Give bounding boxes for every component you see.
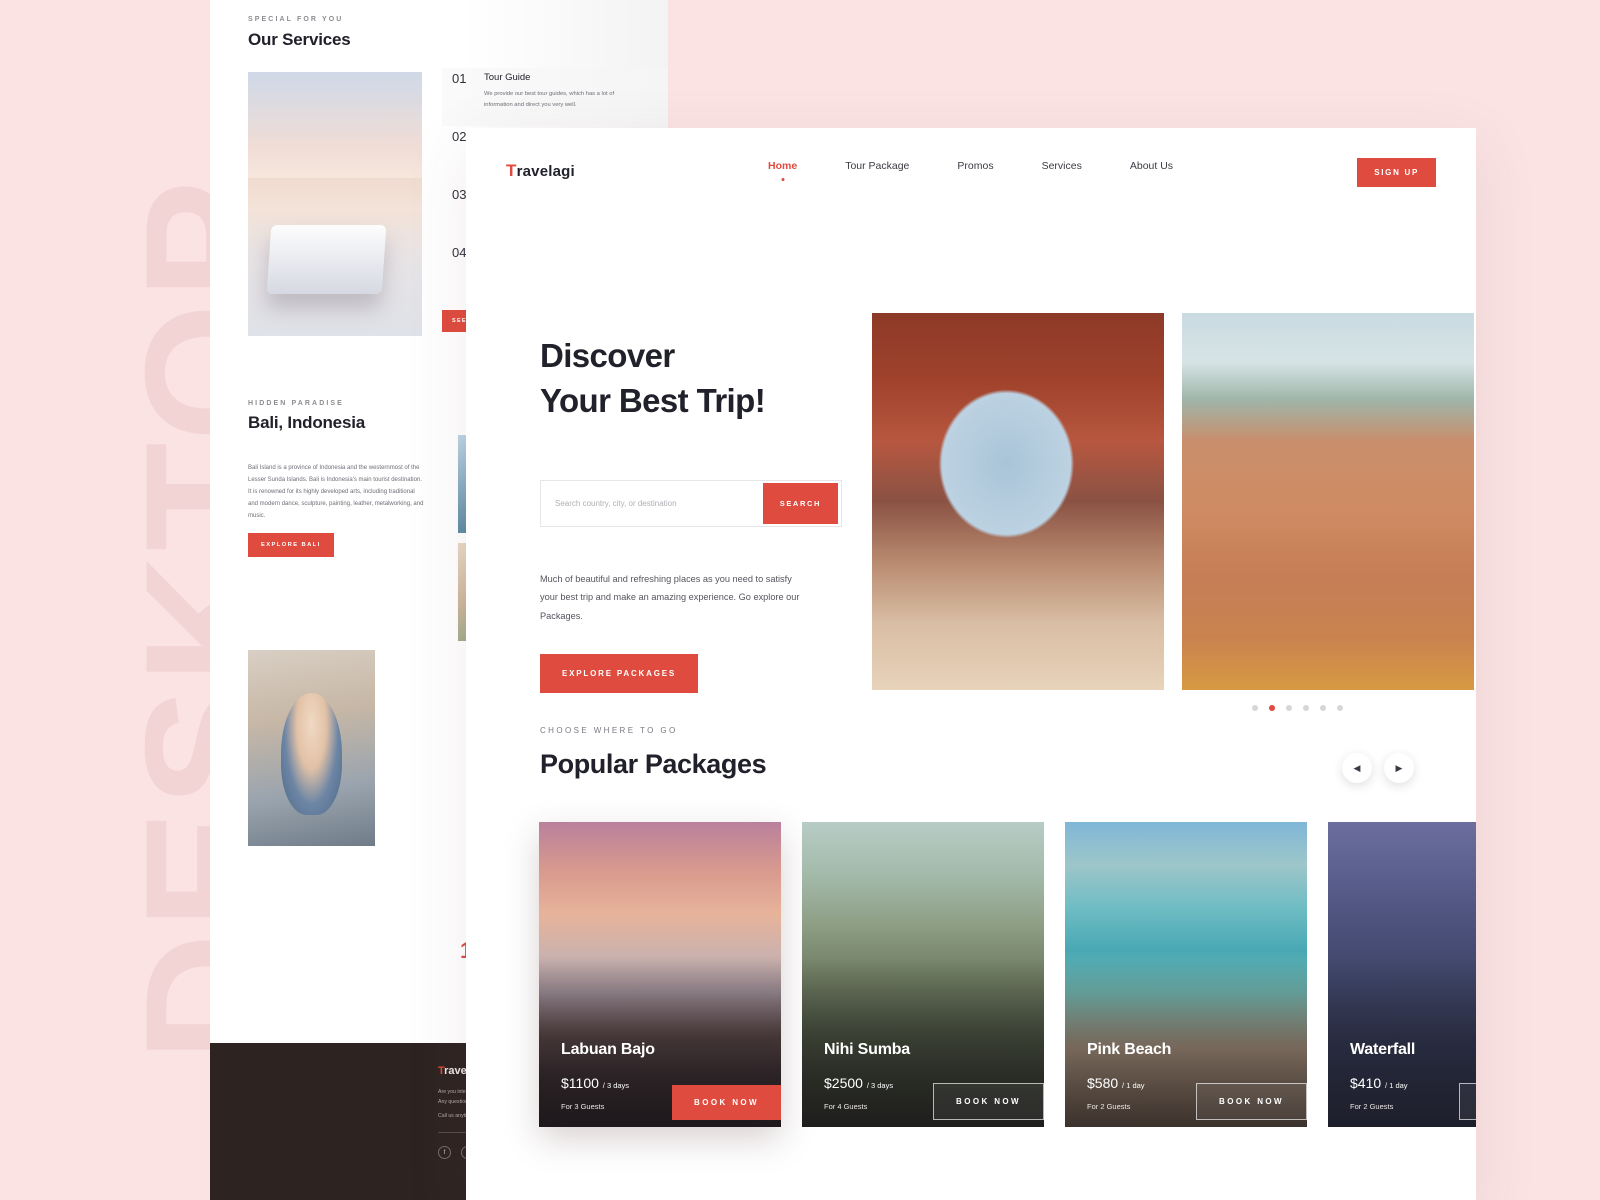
book-now-button[interactable]: BOOK NOW [933,1083,1044,1120]
package-card[interactable]: Pink Beach $580 / 1 day For 2 Guests BOO… [1065,822,1307,1127]
package-duration: / 3 days [866,1081,894,1090]
service-title: Tour Guide [484,72,531,83]
bali-header: HIDDEN PARADISE Bali, Indonesia [248,400,365,433]
packages-card-list: Labuan Bajo $1100 / 3 days For 3 Guests … [539,822,1476,1127]
package-price-value: $1100 [561,1075,599,1091]
carousel-dot-2-active[interactable] [1269,705,1275,711]
package-name: Nihi Sumba [824,1041,911,1058]
packages-title: Popular Packages [540,749,767,779]
hero-heading-line2: Your Best Trip! [540,381,766,419]
nav-item-tour-package[interactable]: Tour Package [821,160,933,172]
testimonial-portrait [248,650,375,846]
chevron-left-icon: ◀ [1353,762,1361,773]
services-title: Our Services [248,30,351,49]
package-name: Pink Beach [1087,1041,1172,1058]
book-now-button[interactable]: BOOK NOW [1196,1083,1307,1120]
service-item-01[interactable]: 01 Tour Guide We provide our best tour g… [442,68,668,126]
package-price-value: $410 [1350,1075,1382,1091]
nav-item-services[interactable]: Services [1018,160,1106,172]
package-price: $2500 / 3 days [824,1075,893,1091]
carousel-next-button[interactable]: ▶ [1384,753,1414,783]
bali-eyebrow: HIDDEN PARADISE [248,400,344,407]
bali-title: Bali, Indonesia [248,413,365,432]
package-guests: For 2 Guests [1087,1102,1131,1111]
package-name: Waterfall [1350,1041,1416,1058]
package-price: $410 / 1 day [1350,1075,1408,1091]
hero-image-canyon [1182,313,1474,690]
service-number: 03 [452,187,467,202]
service-number: 04 [452,245,467,260]
package-card[interactable]: Waterfall $410 / 1 day For 2 Guests BOOK… [1328,822,1476,1127]
hero-copy: Discover Your Best Trip! [540,334,900,423]
service-description: We provide our best tour guides, which h… [484,91,615,108]
package-guests: For 4 Guests [824,1102,868,1111]
search-input[interactable] [541,481,763,526]
bali-body: Bali Island is a province of Indonesia a… [248,465,424,519]
package-duration: / 1 day [1385,1081,1408,1090]
book-now-button[interactable]: BOOK NOW [1459,1083,1476,1120]
landing-page: Travelagi Home Tour Package Promos Servi… [466,128,1476,1200]
carousel-dot-3[interactable] [1286,705,1292,711]
package-price-value: $580 [1087,1075,1119,1091]
carousel-dot-1[interactable] [1252,705,1258,711]
nav-item-about-us[interactable]: About Us [1106,160,1197,172]
package-price: $1100 / 3 days [561,1075,629,1091]
navbar: Travelagi Home Tour Package Promos Servi… [466,128,1476,214]
hero-paragraph: Much of beautiful and refreshing places … [540,574,800,621]
hero-heading-line1: Discover [540,337,675,374]
package-card[interactable]: Nihi Sumba $2500 / 3 days For 4 Guests B… [802,822,1044,1127]
search-button[interactable]: SEARCH [762,483,838,524]
package-guests: For 3 Guests [561,1102,605,1111]
nav-item-home[interactable]: Home [744,160,821,172]
hero-carousel-dots [1252,705,1343,711]
nav-item-promos[interactable]: Promos [933,160,1017,172]
services-image [248,72,422,336]
packages-eyebrow: CHOOSE WHERE TO GO [540,726,678,735]
package-price-value: $2500 [824,1075,863,1091]
brand-logo-initial: T [506,161,517,180]
hero-heading: Discover Your Best Trip! [540,334,900,423]
facebook-icon[interactable]: f [438,1146,451,1159]
carousel-dot-5[interactable] [1320,705,1326,711]
package-duration: / 1 day [1122,1081,1145,1090]
service-number: 02 [452,129,467,144]
packages-carousel-nav: ◀ ▶ [1342,753,1414,783]
explore-bali-button[interactable]: EXPLORE BALI [248,533,334,557]
hero-search: SEARCH [540,480,842,527]
hero-section: Discover Your Best Trip! SEARCH Much of … [466,214,1476,711]
services-header: SPECIAL FOR YOU Our Services [248,16,351,50]
package-card[interactable]: Labuan Bajo $1100 / 3 days For 3 Guests … [539,822,781,1127]
service-number: 01 [452,71,467,86]
nav-links: Home Tour Package Promos Services About … [744,160,1197,172]
services-eyebrow: SPECIAL FOR YOU [248,16,344,23]
explore-packages-button[interactable]: EXPLORE PACKAGES [540,654,698,693]
brand-logo[interactable]: Travelagi [506,161,575,181]
hero-image-arch [872,313,1164,690]
sign-up-button[interactable]: SIGN UP [1357,158,1436,187]
package-duration: / 3 days [602,1081,630,1090]
carousel-prev-button[interactable]: ◀ [1342,753,1372,783]
package-price: $580 / 1 day [1087,1075,1145,1091]
package-name: Labuan Bajo [561,1041,655,1058]
book-now-button[interactable]: BOOK NOW [672,1085,781,1120]
packages-header: CHOOSE WHERE TO GO Popular Packages [540,726,767,780]
chevron-right-icon: ▶ [1395,762,1403,773]
brand-logo-rest: ravelagi [516,163,575,180]
package-guests: For 2 Guests [1350,1102,1394,1111]
screenshot-stage: DESKTOP SPECIAL FOR YOU Our Services 01 … [0,0,1600,1200]
carousel-dot-6[interactable] [1337,705,1343,711]
carousel-dot-4[interactable] [1303,705,1309,711]
